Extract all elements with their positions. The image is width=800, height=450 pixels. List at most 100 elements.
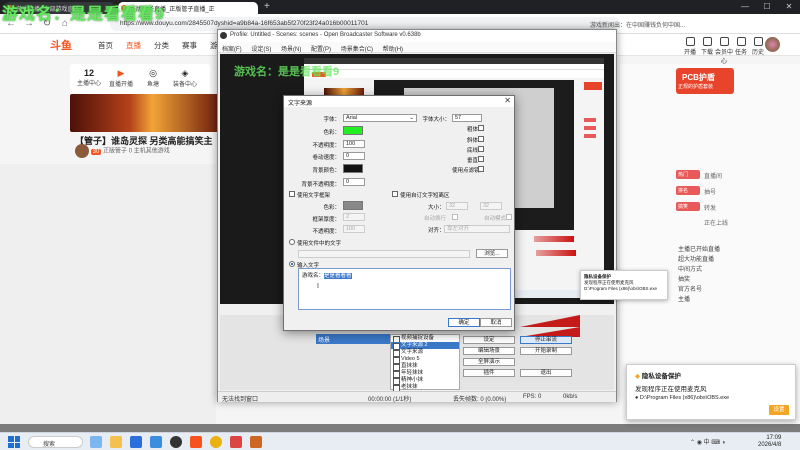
- italic-checkbox[interactable]: [478, 136, 484, 142]
- minimize-button[interactable]: —: [734, 0, 756, 14]
- room-text: 超大功能直播: [678, 257, 715, 263]
- start-recording-button[interactable]: 开始录制: [520, 347, 572, 355]
- taskbar-search[interactable]: 搜索: [28, 436, 83, 448]
- vertical-checkbox[interactable]: [478, 156, 484, 162]
- category-tag[interactable]: 主机其他游戏: [134, 149, 170, 155]
- scene-item[interactable]: 场景: [316, 334, 396, 344]
- use-file-radio[interactable]: [289, 239, 295, 245]
- app-icon[interactable]: [250, 436, 262, 448]
- settings-button[interactable]: 设定: [463, 336, 515, 344]
- menu-scene[interactable]: 场景(N): [281, 47, 301, 53]
- source-item[interactable]: 视频捕捉设备: [391, 335, 459, 343]
- wrap-checkbox[interactable]: [452, 214, 458, 220]
- opacity-input[interactable]: 100: [343, 140, 365, 148]
- cancel-button[interactable]: 取消: [480, 318, 512, 327]
- menu-settings[interactable]: 设定(S): [251, 47, 271, 53]
- ok-button[interactable]: 确定: [448, 318, 480, 327]
- source-item[interactable]: Video 5: [391, 356, 459, 364]
- plugins-button[interactable]: 插件: [463, 369, 515, 377]
- bg-color-swatch[interactable]: [343, 164, 363, 173]
- border-color-swatch[interactable]: [343, 201, 363, 210]
- menu-profile[interactable]: 档案(F): [222, 47, 242, 53]
- box-height-input[interactable]: 32: [480, 202, 502, 210]
- rank-value: 0: [128, 148, 133, 155]
- room-tag[interactable]: 排名: [676, 186, 700, 195]
- status-bitrate: 0kb/s: [563, 394, 578, 400]
- outline-checkbox[interactable]: [478, 166, 484, 172]
- equip-center-link[interactable]: ◈ 装备中心: [170, 68, 200, 88]
- nav-home[interactable]: 首页: [98, 40, 113, 51]
- user-avatar[interactable]: [765, 37, 780, 52]
- taskbar-clock[interactable]: 17:09 2026/4/8: [758, 435, 781, 449]
- privacy-toast[interactable]: ◆ 隐私设备保护 发现程序正在使用麦克风 ● D:\Program Files …: [626, 364, 796, 420]
- text-color-swatch[interactable]: [343, 126, 363, 135]
- file-path-input[interactable]: [298, 250, 470, 258]
- auto-scroll-checkbox[interactable]: [506, 214, 512, 220]
- use-border-label: 使用文字框架: [297, 193, 331, 199]
- fullscreen-button[interactable]: 全屏演示: [463, 358, 515, 366]
- fish-pond-link[interactable]: ◎ 鱼塘: [138, 68, 168, 88]
- border-opacity-input[interactable]: 100: [343, 225, 365, 233]
- windows-start-icon[interactable]: [8, 436, 20, 448]
- use-border-checkbox[interactable]: [289, 191, 295, 197]
- go-live-link[interactable]: ▶ 直播开播: [106, 68, 136, 88]
- source-item[interactable]: 文字来源 2: [391, 342, 459, 350]
- maximize-button[interactable]: ☐: [756, 0, 778, 14]
- stop-stream-button[interactable]: 停止串流: [520, 336, 572, 344]
- pcb-ad-banner[interactable]: PCB护盾: [676, 68, 734, 94]
- menu-config[interactable]: 配置(P): [311, 47, 331, 53]
- obs-icon[interactable]: [170, 436, 182, 448]
- nav-category[interactable]: 分类: [154, 40, 169, 51]
- custom-box-label: 使用自订文字短离区: [400, 193, 450, 199]
- video-thumbnail[interactable]: [70, 94, 220, 132]
- douyu-icon[interactable]: [190, 436, 202, 448]
- toast-settings-button[interactable]: 设置: [769, 405, 789, 415]
- source-item[interactable]: 直抹抹: [391, 363, 459, 371]
- bg-opacity-input[interactable]: 0: [343, 178, 365, 186]
- browse-button[interactable]: 浏览...: [476, 249, 508, 258]
- menu-help[interactable]: 帮助(H): [383, 47, 403, 53]
- room-text: 主播已开始直播: [678, 247, 721, 253]
- box-width-input[interactable]: 32: [446, 202, 468, 210]
- source-item[interactable]: 文字来源: [391, 349, 459, 357]
- bold-checkbox[interactable]: [478, 125, 484, 131]
- source-item[interactable]: 精神小抹: [391, 377, 459, 385]
- system-tray[interactable]: ⌃ ◉ 中 ⌨ ◑: [690, 437, 725, 446]
- room-tag[interactable]: 热门: [676, 170, 700, 179]
- status-dropped: 丢失帧数: 0 (0.00%): [453, 397, 507, 403]
- dialog-title: 文字来源: [284, 96, 514, 107]
- custom-box-checkbox[interactable]: [392, 191, 398, 197]
- task-view-icon[interactable]: [90, 436, 102, 448]
- input-text-radio[interactable]: [289, 261, 295, 267]
- text-input-area[interactable]: 游戏名：是是看看看: [298, 268, 511, 310]
- douyu-logo[interactable]: 斗鱼: [50, 37, 90, 52]
- room-tag[interactable]: 搞笑: [676, 202, 700, 211]
- edit-scene-button[interactable]: 编辑场景: [463, 347, 515, 355]
- app-icon[interactable]: [230, 436, 242, 448]
- new-tab-button[interactable]: +: [264, 1, 270, 12]
- scroll-speed-input[interactable]: 0: [343, 152, 365, 160]
- store-icon[interactable]: [150, 436, 162, 448]
- underline-checkbox[interactable]: [478, 146, 484, 152]
- source-item[interactable]: 年轻抹抹: [391, 370, 459, 378]
- nav-events[interactable]: 赛事: [182, 40, 197, 51]
- close-button[interactable]: ✕: [778, 0, 800, 14]
- nav-live[interactable]: 直播: [126, 40, 141, 51]
- border-thickness-input[interactable]: 2: [343, 213, 365, 221]
- extension-text[interactable]: 游戏新闻出：在中国赚钱负何中国...: [590, 20, 685, 29]
- privacy-toast-small[interactable]: 隐私设备保护 发现程序正在使用麦克风 D:\Program Files (x86…: [580, 270, 668, 300]
- exit-button[interactable]: 退出: [520, 369, 572, 377]
- source-item[interactable]: 老抹抹: [391, 384, 459, 392]
- edge-icon[interactable]: [130, 436, 142, 448]
- close-icon[interactable]: ✕: [504, 96, 511, 105]
- anchor-name[interactable]: 正版管子: [103, 149, 127, 155]
- anchor-center[interactable]: 12 主播中心: [74, 68, 104, 87]
- align-select[interactable]: 靠左对齐: [444, 225, 510, 233]
- text-source-dialog: 文字来源 ✕ 字体： Arial ⌄ 字体大小： 57 色彩： 粗体 斜体 底线 …: [283, 95, 515, 331]
- selected-text: 是是看看看: [324, 273, 352, 279]
- menu-scene-collection[interactable]: 场景集合(C): [341, 47, 373, 53]
- file-explorer-icon[interactable]: [110, 436, 122, 448]
- anchor-avatar[interactable]: [75, 144, 89, 158]
- font-size-input[interactable]: 57: [452, 114, 482, 122]
- chrome-icon[interactable]: [210, 436, 222, 448]
